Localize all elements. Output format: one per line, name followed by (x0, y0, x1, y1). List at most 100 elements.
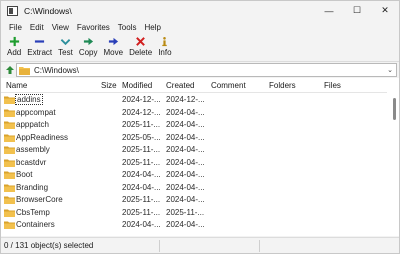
file-list: Name Size Modified Created Comment Folde… (1, 78, 399, 236)
add-button[interactable]: Add (4, 35, 24, 60)
chevron-down-icon[interactable]: ⌄ (387, 66, 393, 74)
item-modified: 2024-12-... (122, 107, 161, 117)
item-created: 2024-04-... (166, 182, 205, 192)
close-button[interactable]: ✕ (371, 1, 399, 20)
item-created: 2024-04-... (166, 220, 205, 229)
item-name: Containers (16, 220, 55, 229)
list-item[interactable]: AppReadiness 2025-05-... 2024-04-... (1, 132, 387, 144)
address-bar[interactable]: C:\Windows\ ⌄ (16, 63, 397, 77)
folder-icon (4, 221, 15, 229)
item-modified: 2025-05-... (122, 132, 161, 142)
folder-icon (4, 196, 15, 204)
up-folder-button[interactable] (3, 63, 17, 77)
toolbar: Add Extract Test Copy Move Delete Info (1, 35, 399, 60)
item-modified: 2024-04-... (122, 182, 161, 192)
vertical-scrollbar[interactable] (391, 94, 398, 234)
column-files[interactable]: Files (324, 81, 341, 90)
column-name[interactable]: Name (6, 81, 27, 90)
item-modified: 2025-11-... (122, 207, 161, 217)
arrow-right-icon (108, 37, 118, 46)
menu-view[interactable]: View (48, 23, 73, 32)
test-button[interactable]: Test (55, 35, 76, 60)
scrollbar-thumb[interactable] (393, 98, 396, 120)
item-modified: 2025-11-... (122, 120, 161, 129)
list-item[interactable]: Branding 2024-04-... 2024-04-... (1, 182, 387, 194)
list-header: Name Size Modified Created Comment Folde… (1, 78, 387, 93)
menu-tools[interactable]: Tools (114, 23, 141, 32)
address-text: C:\Windows\ (34, 65, 79, 75)
column-folders[interactable]: Folders (269, 81, 296, 90)
address-row: C:\Windows\ ⌄ (1, 61, 399, 77)
info-button[interactable]: Info (155, 35, 174, 60)
window-title: C:\Windows\ (24, 5, 72, 16)
item-modified: 2024-12-... (122, 95, 161, 104)
delete-button[interactable]: Delete (126, 35, 155, 60)
menu-edit[interactable]: Edit (26, 23, 48, 32)
item-modified: 2024-04-... (122, 220, 161, 229)
item-name: addins (15, 94, 43, 105)
list-item[interactable]: BrowserCore 2025-11-... 2024-04-... (1, 194, 387, 206)
folder-icon (4, 209, 15, 217)
extract-label: Extract (27, 48, 53, 57)
status-bar: 0 / 131 object(s) selected (1, 237, 399, 253)
list-item[interactable]: CbsTemp 2025-11-... 2025-11-... (1, 207, 387, 219)
column-created[interactable]: Created (166, 81, 194, 90)
delete-label: Delete (129, 48, 153, 57)
menu-help[interactable]: Help (140, 23, 164, 32)
list-item[interactable]: apppatch 2025-11-... 2024-04-... (1, 119, 387, 131)
column-comment[interactable]: Comment (211, 81, 246, 90)
item-modified: 2025-11-... (122, 145, 161, 154)
item-created: 2024-04-... (166, 195, 205, 204)
window-controls: — ☐ ✕ (315, 1, 399, 20)
status-divider (159, 240, 160, 252)
info-label: Info (158, 48, 172, 57)
copy-label: Copy (78, 48, 98, 57)
status-text: 0 / 131 object(s) selected (4, 241, 94, 250)
info-icon (162, 37, 168, 47)
add-label: Add (7, 48, 22, 57)
item-created: 2025-11-... (166, 207, 205, 217)
list-item[interactable]: appcompat 2024-12-... 2024-04-... (1, 107, 387, 119)
maximize-button[interactable]: ☐ (343, 1, 371, 20)
status-divider (259, 240, 260, 252)
list-item[interactable]: Boot 2024-04-... 2024-04-... (1, 169, 387, 181)
folder-icon (19, 66, 30, 75)
extract-button[interactable]: Extract (24, 35, 55, 60)
folder-icon (4, 96, 15, 104)
folder-icon (4, 146, 15, 154)
menu-file[interactable]: File (5, 23, 26, 32)
plus-icon (9, 36, 19, 47)
column-size[interactable]: Size (101, 81, 117, 90)
arrow-right-icon (83, 37, 93, 46)
folder-icon (4, 121, 15, 129)
item-name: bcastdvr (16, 157, 47, 167)
item-created: 2024-04-... (166, 107, 205, 117)
list-item[interactable]: assembly 2025-11-... 2024-04-... (1, 144, 387, 156)
move-button[interactable]: Move (101, 35, 127, 60)
item-modified: 2024-04-... (122, 170, 161, 179)
item-name: assembly (16, 145, 50, 154)
item-created: 2024-04-... (166, 120, 205, 129)
list-item[interactable]: Containers 2024-04-... 2024-04-... (1, 219, 387, 231)
item-name: BrowserCore (16, 195, 63, 204)
minimize-button[interactable]: — (315, 1, 343, 20)
folder-icon (4, 159, 15, 167)
column-modified[interactable]: Modified (122, 81, 152, 90)
item-name: apppatch (16, 120, 49, 129)
up-arrow-icon (6, 65, 14, 74)
check-icon (60, 39, 71, 46)
item-name: appcompat (16, 107, 56, 117)
item-created: 2024-04-... (166, 132, 205, 142)
menu-favorites[interactable]: Favorites (73, 23, 114, 32)
item-name: CbsTemp (16, 207, 50, 217)
test-label: Test (58, 48, 73, 57)
item-created: 2024-04-... (166, 145, 205, 154)
list-item[interactable]: addins 2024-12-... 2024-12-... (1, 94, 387, 106)
item-name: Branding (16, 182, 49, 192)
archive-manager-window: C:\Windows\ — ☐ ✕ File Edit View Favorit… (0, 0, 400, 254)
copy-button[interactable]: Copy (76, 35, 101, 60)
list-item[interactable]: bcastdvr 2025-11-... 2024-04-... (1, 157, 387, 169)
archive-app-icon (7, 5, 18, 16)
folder-icon (4, 134, 15, 142)
x-icon (136, 37, 146, 46)
